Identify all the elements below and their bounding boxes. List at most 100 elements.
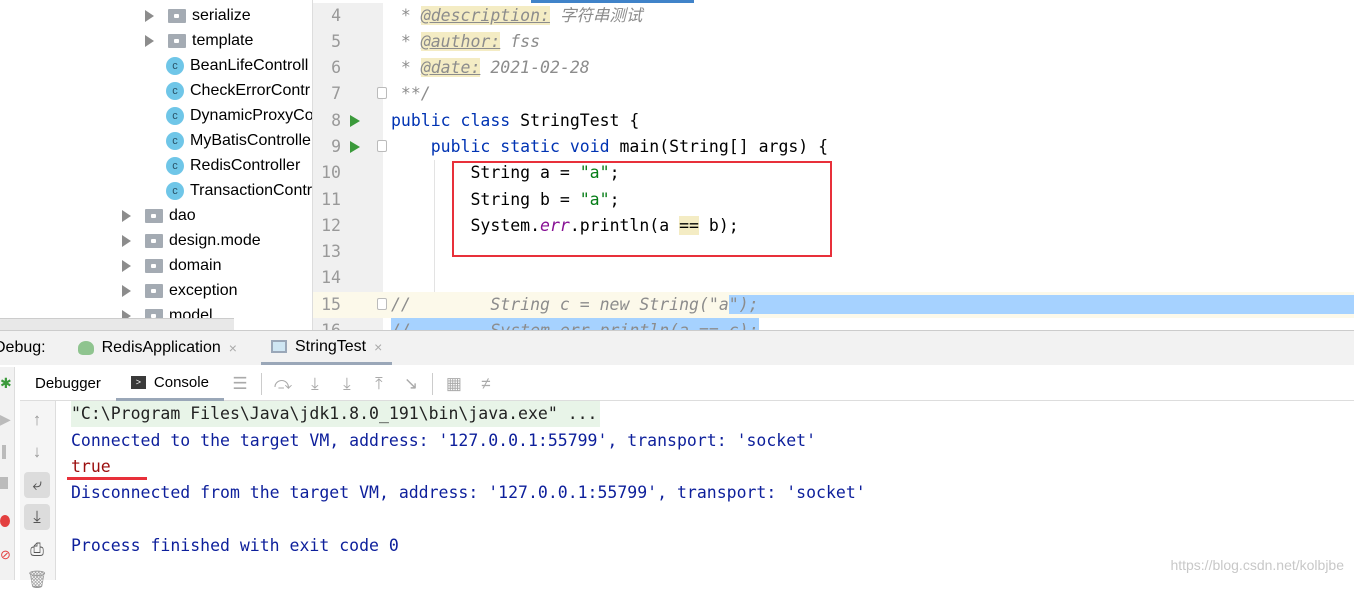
tree-item-template[interactable]: template <box>145 29 253 53</box>
fold-icon[interactable] <box>377 87 387 99</box>
tree-item-class[interactable]: c DynamicProxyCo <box>166 104 312 128</box>
code-line: 7 **/ <box>313 81 1354 107</box>
class-icon: c <box>166 57 184 75</box>
code-line-current: 15 // String c = new String("a"); <box>313 292 1354 318</box>
divider <box>431 372 433 395</box>
expand-arrow-icon[interactable] <box>145 10 154 22</box>
code-line: 4 * @description: 字符串测试 <box>313 3 1354 29</box>
up-arrow-icon[interactable]: ↑ <box>24 407 50 433</box>
class-icon: c <box>166 157 184 175</box>
code-line: 5 * @author: fss <box>313 29 1354 55</box>
run-tab-redis-application[interactable]: RedisApplication × <box>68 331 247 365</box>
tree-item-label: DynamicProxyCo <box>190 107 312 124</box>
comment-text: 字符串测试 <box>549 6 643 25</box>
tree-item-serialize[interactable]: serialize <box>145 4 251 28</box>
javadoc-tag: @date: <box>420 58 481 77</box>
trace-icon[interactable]: ≠ <box>475 374 497 394</box>
tree-item-label: TransactionContr <box>190 182 312 199</box>
folder-icon <box>168 9 186 23</box>
console-output[interactable]: "C:\Program Files\Java\jdk1.8.0_191\bin\… <box>57 401 1354 579</box>
run-to-cursor-icon[interactable]: ↘ <box>400 374 422 394</box>
watermark: https://blog.csdn.net/kolbjbe <box>1170 557 1344 573</box>
tree-horizontal-scrollbar[interactable] <box>0 318 234 330</box>
run-tab-string-test[interactable]: StringTest × <box>260 331 393 365</box>
step-into-icon[interactable]: ⤓ <box>336 374 358 394</box>
debug-panel: Debug: RedisApplication × StringTest × ✱ ▶… <box>0 330 1354 589</box>
tree-item-class[interactable]: c CheckErrorContr <box>166 79 310 103</box>
class-icon: c <box>166 132 184 150</box>
line-number: 10 <box>321 163 341 182</box>
comment-text: // String c = new String("a <box>391 295 729 314</box>
tree-item-class[interactable]: c BeanLifeControll <box>166 54 308 78</box>
class-icon: c <box>166 182 184 200</box>
step-out-icon[interactable]: ⤒ <box>368 374 390 394</box>
breakpoints-icon[interactable] <box>0 515 10 527</box>
line-number: 8 <box>331 111 341 130</box>
console-line: Connected to the target VM, address: '12… <box>71 431 817 450</box>
debug-side-toolbar: ✱ ▶ ⊘ <box>0 367 15 580</box>
tree-item-label: MyBatisControlle <box>190 132 311 149</box>
line-number: 16 <box>313 318 341 330</box>
spring-app-icon <box>77 341 94 355</box>
tab-label: Console <box>153 373 209 391</box>
tree-item-label: serialize <box>192 7 251 24</box>
comment-text: * <box>391 32 421 51</box>
bug-icon[interactable]: ✱ <box>0 375 12 392</box>
line-number: 7 <box>331 84 341 103</box>
tree-item-design-mode[interactable]: design.mode <box>122 229 261 253</box>
expand-arrow-icon[interactable] <box>122 235 131 247</box>
tree-item-domain[interactable]: domain <box>122 254 221 278</box>
menu-icon[interactable]: ☰ <box>229 374 251 394</box>
resume-icon[interactable]: ▶ <box>0 411 11 428</box>
tree-item-label: BeanLifeControll <box>190 57 309 74</box>
scroll-to-end-icon[interactable]: ⤓ <box>24 504 50 530</box>
comment-text: fss <box>500 32 541 51</box>
evaluate-icon[interactable]: ▦ <box>443 374 465 394</box>
expand-arrow-icon[interactable] <box>145 35 154 47</box>
class-icon: c <box>166 82 184 100</box>
run-icon[interactable] <box>350 115 360 127</box>
tree-item-class[interactable]: c TransactionContr <box>166 179 312 203</box>
expand-arrow-icon[interactable] <box>122 285 131 297</box>
code-text: StringTest { <box>510 111 640 130</box>
clear-icon[interactable]: 🗑 <box>24 567 50 593</box>
tree-item-class[interactable]: c MyBatisControlle <box>166 129 311 153</box>
tree-item-class[interactable]: c RedisController <box>166 154 300 178</box>
tree-item-exception[interactable]: exception <box>122 279 238 303</box>
class-icon: c <box>166 107 184 125</box>
divider <box>260 372 262 395</box>
line-number: 11 <box>321 190 341 209</box>
fold-icon[interactable] <box>377 298 387 310</box>
tree-item-label: CheckErrorContr <box>190 82 311 99</box>
tab-debugger[interactable]: Debugger <box>20 367 116 401</box>
stop-icon[interactable] <box>0 477 8 489</box>
comment-text: * <box>391 6 421 25</box>
console-side-toolbar: ↑ ↓ ⤶ ⤓ ⎙ 🗑 <box>20 401 56 589</box>
line-number: 14 <box>321 268 341 287</box>
print-icon[interactable]: ⎙ <box>24 537 50 563</box>
tree-item-label: design.mode <box>169 232 261 249</box>
selected-text: "); <box>728 295 1354 314</box>
comment-text: * <box>391 58 421 77</box>
console-icon: > <box>130 375 146 389</box>
tree-item-dao[interactable]: dao <box>122 204 196 228</box>
line-number: 12 <box>321 216 341 235</box>
console-line: "C:\Program Files\Java\jdk1.8.0_191\bin\… <box>71 401 600 427</box>
down-arrow-icon[interactable]: ↓ <box>24 439 50 465</box>
show-execution-point-icon[interactable]: ⤼ <box>272 374 294 394</box>
expand-arrow-icon[interactable] <box>122 260 131 272</box>
close-icon[interactable]: × <box>374 339 382 355</box>
close-icon[interactable]: × <box>229 340 237 356</box>
console-line: Process finished with exit code 0 <box>71 536 399 555</box>
pause-icon[interactable] <box>2 445 6 459</box>
tab-console[interactable]: > Console <box>115 367 224 401</box>
run-icon[interactable] <box>350 141 360 153</box>
highlight-box <box>452 161 832 257</box>
soft-wrap-icon[interactable]: ⤶ <box>24 472 50 498</box>
comment-text: **/ <box>391 84 431 103</box>
step-over-icon[interactable]: ⤓ <box>304 374 326 394</box>
mute-breakpoints-icon[interactable]: ⊘ <box>0 547 11 563</box>
folder-icon <box>145 259 163 273</box>
fold-icon[interactable] <box>377 140 387 152</box>
expand-arrow-icon[interactable] <box>122 210 131 222</box>
